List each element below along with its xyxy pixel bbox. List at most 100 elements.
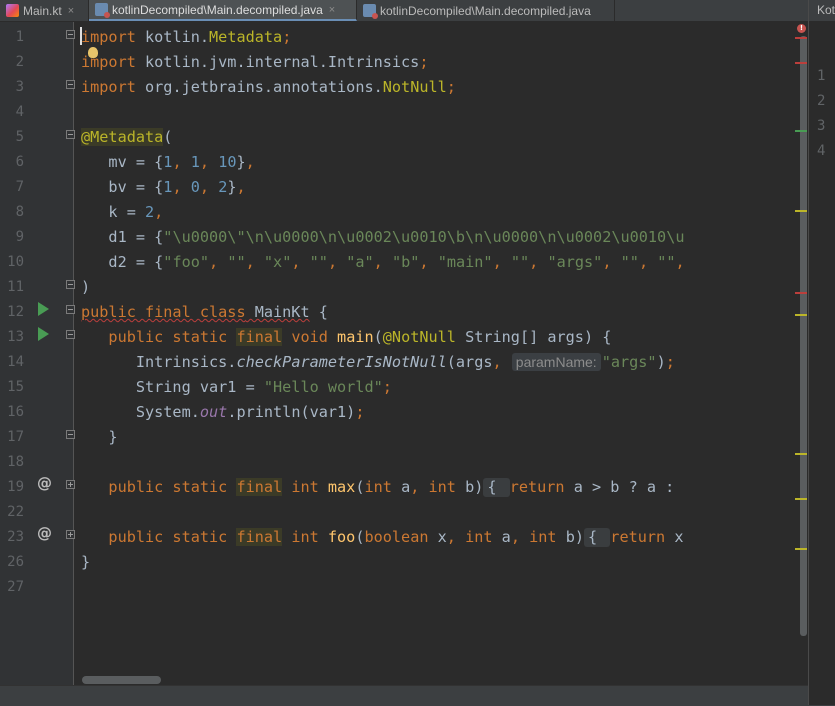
side-panel-tab[interactable]: Kot (809, 0, 835, 21)
fold-collapse-icon[interactable] (66, 280, 75, 289)
fold-expand-icon[interactable] (66, 530, 75, 539)
fold-collapse-icon[interactable] (66, 30, 75, 39)
annotation-marker-icon[interactable]: @ (37, 474, 52, 492)
folded-code-placeholder[interactable]: { (584, 528, 611, 547)
warning-stripe-mark[interactable] (795, 453, 807, 455)
code-token: , (199, 153, 219, 171)
fold-collapse-icon[interactable] (66, 430, 75, 439)
code-line[interactable]: @Metadata( (81, 125, 172, 150)
code-line[interactable]: public static final void main(@NotNull S… (81, 325, 611, 350)
warning-stripe-mark[interactable] (795, 498, 807, 500)
code-token: public final class (81, 303, 246, 321)
code-token: , (638, 253, 658, 271)
line-number: 12 (7, 304, 24, 320)
code-token: , (172, 153, 191, 171)
code-token: foo (327, 528, 356, 546)
fold-collapse-icon[interactable] (66, 80, 75, 89)
horizontal-scrollbar-thumb[interactable] (82, 676, 161, 684)
fold-collapse-icon[interactable] (66, 130, 75, 139)
tab-main-decompiled-java-active[interactable]: kotlinDecompiled\Main.decompiled.java × (89, 0, 357, 21)
run-icon[interactable] (38, 302, 49, 316)
code-token: 0 (190, 178, 200, 196)
code-token: String var1 = (81, 378, 264, 396)
close-icon[interactable]: × (329, 4, 335, 16)
fold-collapse-icon[interactable] (66, 305, 75, 314)
code-line[interactable]: String var1 = "Hello world"; (81, 375, 392, 400)
code-token: , (236, 178, 246, 196)
code-token: , (245, 153, 255, 171)
warning-stripe-mark[interactable] (795, 548, 807, 550)
change-stripe-mark[interactable] (795, 130, 807, 132)
lightbulb-icon[interactable] (88, 47, 98, 58)
code-line[interactable]: public static final int max(int a, int b… (81, 475, 683, 500)
editor-bottom-bar (0, 685, 835, 706)
error-indicator-icon[interactable]: ! (797, 24, 806, 33)
code-token: kotlin. (135, 28, 210, 46)
code-token: Intrinsics. (81, 353, 237, 371)
code-token: ) (81, 278, 91, 296)
code-token: mv = { (81, 153, 164, 171)
error-stripe-mark[interactable] (795, 37, 807, 39)
folded-code-placeholder[interactable]: { (483, 478, 510, 497)
code-token: "" (657, 253, 676, 271)
fold-expand-icon[interactable] (66, 480, 75, 489)
close-icon[interactable]: × (68, 5, 74, 17)
code-line[interactable]: Intrinsics.checkParameterIsNotNull(args,… (81, 350, 675, 375)
parameter-name-hint: paramName: (511, 353, 601, 371)
code-line[interactable]: k = 2, (81, 200, 163, 225)
code-line[interactable]: d1 = {"\u0000\"\n\u0000\n\u0002\u0010\b\… (81, 225, 684, 250)
vertical-scrollbar-thumb[interactable] (800, 36, 807, 636)
code-line[interactable]: System.out.println(var1); (81, 400, 365, 425)
code-token: int (529, 528, 557, 546)
warning-stripe-mark[interactable] (795, 314, 807, 316)
text-caret (80, 27, 82, 45)
line-number: 11 (7, 279, 24, 295)
code-token: "main" (437, 253, 493, 271)
code-editor[interactable]: import kotlin.Metadata; import kotlin.jvm… (74, 22, 800, 685)
code-line[interactable]: import kotlin.Metadata; (81, 25, 291, 50)
code-line[interactable]: d2 = {"foo", "", "x", "", "a", "b", "mai… (81, 250, 684, 275)
run-icon[interactable] (38, 327, 49, 341)
tab-main-decompiled-java[interactable]: kotlinDecompiled\Main.decompiled.java (357, 0, 615, 21)
code-token: 2 (218, 178, 228, 196)
code-token: , (327, 253, 347, 271)
code-token: boolean (364, 528, 429, 546)
code-token: NotNull (382, 78, 447, 96)
tab-main-kt[interactable]: Main.kt × (0, 0, 89, 21)
error-stripe-mark[interactable] (795, 292, 807, 294)
code-token: , (209, 253, 228, 271)
code-token: "" (620, 253, 639, 271)
code-line[interactable]: ) (81, 275, 90, 300)
code-line[interactable]: mv = {1, 1, 10}, (81, 150, 255, 175)
code-token: a > b ? a : (564, 478, 684, 496)
code-line[interactable]: public static final int foo(boolean x, i… (81, 525, 683, 550)
code-line[interactable]: bv = {1, 0, 2}, (81, 175, 246, 200)
error-stripe-mark[interactable] (795, 62, 807, 64)
side-line-number: 2 (817, 93, 826, 109)
warning-stripe-mark[interactable] (795, 210, 807, 212)
code-token: final (236, 478, 283, 496)
code-token: ) (656, 353, 666, 371)
code-token: import (81, 28, 136, 46)
code-line[interactable]: import kotlin.jvm.internal.Intrinsics; (81, 50, 428, 75)
code-line[interactable]: public final class MainKt { (81, 300, 328, 325)
code-token: b) (556, 528, 584, 546)
code-token: 10 (218, 153, 237, 171)
code-line[interactable]: } (81, 425, 117, 450)
side-editor-panel[interactable]: Kot 1 2 3 4 (808, 0, 835, 705)
code-token: , (446, 528, 466, 546)
code-token: "" (309, 253, 328, 271)
line-number: 6 (15, 154, 24, 170)
side-line-number: 4 (817, 143, 826, 159)
fold-collapse-icon[interactable] (66, 330, 75, 339)
code-token: , (410, 478, 429, 496)
code-token: , (373, 253, 392, 271)
annotation-marker-icon[interactable]: @ (37, 524, 52, 542)
code-token: x (665, 528, 684, 546)
editor-gutter[interactable]: 1 2 3 4 5 6 7 8 9 10 11 12 13 14 15 16 17 18 19 22 23 26 27 (0, 22, 74, 685)
code-token: public static (81, 528, 237, 546)
code-line[interactable]: import org.jetbrains.annotations.NotNull… (81, 75, 456, 100)
java-file-icon (363, 4, 378, 19)
code-line[interactable]: } (81, 550, 90, 575)
code-token: x (428, 528, 447, 546)
